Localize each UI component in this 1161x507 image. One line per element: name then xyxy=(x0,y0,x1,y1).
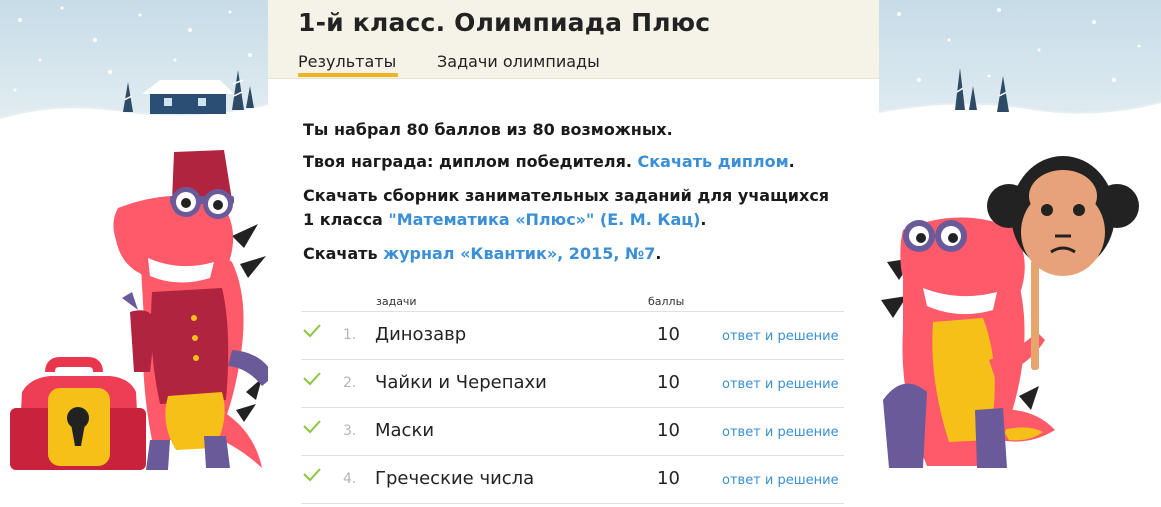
period: . xyxy=(655,244,662,263)
active-tab-indicator xyxy=(298,73,398,77)
column-header-points: баллы xyxy=(648,295,685,308)
checkmark-icon xyxy=(303,372,321,386)
download-diploma-link[interactable]: Скачать диплом xyxy=(638,152,789,171)
collection-text: 1 класса xyxy=(303,210,389,229)
task-name: Греческие числа xyxy=(375,468,535,489)
answer-solution-link[interactable]: ответ и решение xyxy=(722,473,839,488)
download-journal-link[interactable]: журнал «Квантик», 2015, №7 xyxy=(383,244,655,263)
tab-olympiad-tasks[interactable]: Задачи олимпиады xyxy=(437,52,600,71)
period: . xyxy=(700,210,707,229)
table-row: 4. Греческие числа 10 ответ и решение xyxy=(301,455,844,504)
task-number: 3. xyxy=(343,423,357,439)
answer-solution-link[interactable]: ответ и решение xyxy=(722,377,839,392)
left-illustration xyxy=(0,0,268,507)
right-illustration xyxy=(879,0,1161,507)
checkmark-icon xyxy=(303,420,321,434)
score-summary: Ты набрал 80 баллов из 80 возможных. xyxy=(303,120,673,139)
page-title: 1-й класс. Олимпиада Плюс xyxy=(298,8,711,37)
task-number: 2. xyxy=(343,375,357,391)
collection-line-1: Скачать сборник занимательных заданий дл… xyxy=(303,186,830,205)
checkmark-icon xyxy=(303,324,321,338)
table-row: 1. Динозавр 10 ответ и решение xyxy=(301,311,844,359)
task-name: Маски xyxy=(375,420,435,441)
collection-line-2: 1 класса "Математика «Плюс»" (Е. М. Кац)… xyxy=(303,210,707,229)
task-name: Динозавр xyxy=(375,324,467,345)
answer-solution-link[interactable]: ответ и решение xyxy=(722,329,839,344)
task-name: Чайки и Черепахи xyxy=(375,372,547,393)
task-score: 10 xyxy=(657,420,680,441)
journal-text: Скачать xyxy=(303,244,384,263)
page-header: 1-й класс. Олимпиада Плюс Результаты Зад… xyxy=(268,0,879,79)
answer-solution-link[interactable]: ответ и решение xyxy=(722,425,839,440)
table-row: 3. Маски 10 ответ и решение xyxy=(301,407,844,455)
task-score: 10 xyxy=(657,468,680,489)
task-score: 10 xyxy=(657,324,680,345)
results-table: 1. Динозавр 10 ответ и решение 2. Чайки … xyxy=(301,311,844,504)
results-panel: 1-й класс. Олимпиада Плюс Результаты Зад… xyxy=(268,0,879,507)
task-number: 4. xyxy=(343,471,357,487)
column-header-tasks: задачи xyxy=(376,295,417,308)
award-text: Твоя награда: диплом победителя. xyxy=(303,152,638,171)
table-row: 2. Чайки и Черепахи 10 ответ и решение xyxy=(301,359,844,407)
journal-line: Скачать журнал «Квантик», 2015, №7. xyxy=(303,244,661,263)
tab-results[interactable]: Результаты xyxy=(298,52,396,71)
checkmark-icon xyxy=(303,468,321,482)
period: . xyxy=(788,152,795,171)
task-score: 10 xyxy=(657,372,680,393)
download-collection-link[interactable]: "Математика «Плюс»" (Е. М. Кац) xyxy=(388,210,700,229)
task-number: 1. xyxy=(343,327,357,343)
award-line: Твоя награда: диплом победителя. Скачать… xyxy=(303,152,795,171)
